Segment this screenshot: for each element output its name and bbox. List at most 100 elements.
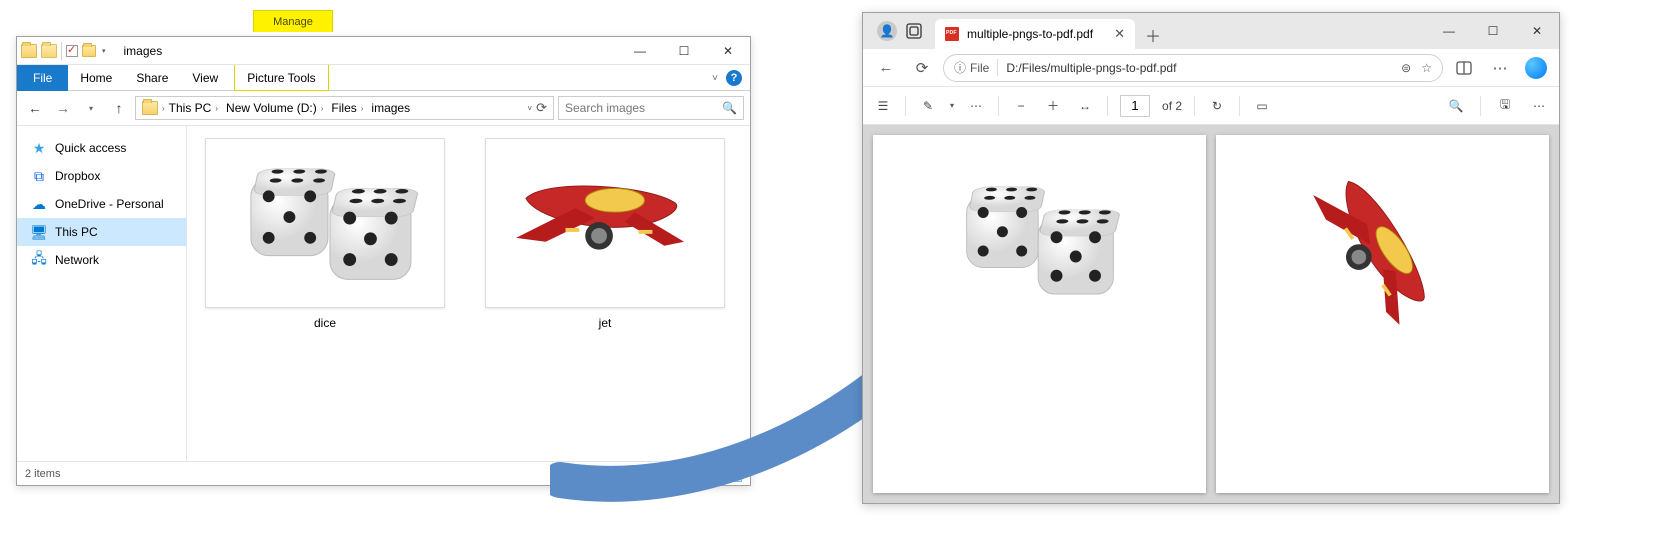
window-title: images [112, 37, 163, 64]
checkbox-icon[interactable] [66, 45, 78, 57]
copilot-button[interactable] [1521, 53, 1551, 83]
pdf-toolbar: ☰ ✎ ▾ ⋯ − ＋ ↔ of 2 ↻ ▭ 🔍 🖫 ⋯ [863, 87, 1559, 125]
jet-image [486, 139, 724, 307]
sidebar-item-label: This PC [55, 225, 98, 239]
window-controls: — ☐ ✕ [618, 37, 750, 64]
page-number-input[interactable] [1120, 95, 1150, 117]
edge-browser-window: 👤 multiple-pngs-to-pdf.pdf ✕ ＋ — ☐ ✕ ← ⟳… [862, 12, 1560, 504]
recent-locations-button[interactable]: ▾ [79, 96, 103, 120]
chevron-down-icon[interactable]: ▾ [100, 47, 108, 55]
file-list[interactable]: dice [187, 126, 750, 461]
find-icon[interactable]: 🔍 [1446, 96, 1466, 116]
minimize-button[interactable]: — [618, 37, 662, 64]
breadcrumb-segment[interactable]: New Volume (D:)› [222, 97, 327, 119]
thumbnails-view-button[interactable]: ▦ [718, 466, 742, 482]
more-tools-icon[interactable]: ⋯ [966, 96, 986, 116]
maximize-button[interactable]: ☐ [1471, 13, 1515, 49]
save-icon[interactable]: 🖫 [1495, 96, 1515, 116]
folder-icon [82, 45, 96, 57]
address-bar[interactable]: ⓘ File D:/Files/multiple-pngs-to-pdf.pdf… [943, 54, 1443, 82]
split-screen-icon[interactable] [1449, 53, 1479, 83]
sidebar-item-this-pc[interactable]: 🖥 This PC [17, 218, 186, 246]
folder-icon [41, 44, 57, 58]
back-button[interactable]: ← [23, 96, 47, 120]
favorite-icon[interactable]: ☆ [1421, 61, 1432, 75]
search-icon: 🔍 [722, 101, 737, 115]
sidebar-item-onedrive[interactable]: ☁ OneDrive - Personal [17, 190, 186, 218]
dropbox-icon: ⧉ [31, 168, 47, 184]
status-text: 2 items [25, 468, 60, 480]
breadcrumb-label: New Volume (D:) [226, 101, 317, 115]
cloud-icon: ☁ [31, 196, 47, 212]
address-bar-row: ← ⟳ ⓘ File D:/Files/multiple-pngs-to-pdf… [863, 49, 1559, 87]
breadcrumb-segment[interactable]: images [367, 97, 414, 119]
view-toggle: ≣ ▦ [692, 466, 742, 482]
pdf-viewport[interactable] [863, 125, 1559, 503]
info-icon: ⓘ [954, 59, 966, 76]
search-input[interactable]: Search images 🔍 [558, 96, 744, 120]
sidebar-item-dropbox[interactable]: ⧉ Dropbox [17, 162, 186, 190]
url-text: D:/Files/multiple-pngs-to-pdf.pdf [1006, 61, 1176, 75]
page-total-label: of 2 [1162, 99, 1182, 113]
breadcrumb-label: images [371, 101, 410, 115]
details-view-button[interactable]: ≣ [692, 466, 716, 482]
sidebar-item-label: Quick access [55, 141, 126, 155]
page-view-icon[interactable]: ▭ [1252, 96, 1272, 116]
file-item[interactable]: dice [205, 138, 445, 330]
tab-home[interactable]: Home [68, 65, 124, 91]
breadcrumb[interactable]: › This PC› New Volume (D:)› Files› image… [135, 96, 554, 120]
chevron-down-icon[interactable]: ˅ [527, 104, 532, 113]
breadcrumb-segment[interactable]: Files› [327, 97, 367, 119]
help-icon[interactable]: ? [726, 70, 742, 86]
file-item[interactable]: jet [485, 138, 725, 330]
browser-tab[interactable]: multiple-pngs-to-pdf.pdf ✕ [935, 19, 1135, 49]
close-tab-icon[interactable]: ✕ [1114, 26, 1125, 42]
settings-menu-button[interactable]: ⋯ [1485, 53, 1515, 83]
fit-width-icon[interactable]: ↔ [1075, 96, 1095, 116]
zoom-out-button[interactable]: − [1011, 96, 1031, 116]
up-button[interactable]: ↑ [107, 96, 131, 120]
tab-picture-tools[interactable]: Picture Tools [234, 65, 328, 91]
chevron-down-icon[interactable]: ▾ [950, 101, 954, 110]
window-controls: — ☐ ✕ [1427, 13, 1559, 49]
tab-view[interactable]: View [180, 65, 230, 91]
network-icon: 🖧 [31, 252, 47, 268]
reader-icon[interactable]: ⊜ [1401, 61, 1411, 75]
refresh-icon[interactable]: ⟳ [536, 100, 547, 116]
sidebar-item-network[interactable]: 🖧 Network [17, 246, 186, 274]
toolbar-more-icon[interactable]: ⋯ [1529, 96, 1549, 116]
folder-icon [142, 101, 158, 115]
breadcrumb-segment[interactable]: This PC› [165, 97, 222, 119]
breadcrumb-label: This PC [169, 101, 212, 115]
thumbnail [205, 138, 445, 308]
forward-button[interactable]: → [51, 96, 75, 120]
sidebar-item-quick-access[interactable]: ★ Quick access [17, 134, 186, 162]
rotate-icon[interactable]: ↻ [1207, 96, 1227, 116]
tab-share[interactable]: Share [124, 65, 180, 91]
dice-image [930, 151, 1150, 351]
tab-file[interactable]: File [17, 65, 68, 91]
monitor-icon: 🖥 [31, 224, 47, 240]
quick-access-toolbar: ▾ [17, 37, 112, 64]
profile-icon[interactable]: 👤 [877, 21, 897, 41]
contents-icon[interactable]: ☰ [873, 96, 893, 116]
pdf-icon [945, 27, 959, 41]
draw-icon[interactable]: ✎ [918, 96, 938, 116]
maximize-button[interactable]: ☐ [662, 37, 706, 64]
new-tab-button[interactable]: ＋ [1139, 21, 1167, 49]
minimize-button[interactable]: — [1427, 13, 1471, 49]
sidebar-item-label: Dropbox [55, 169, 100, 183]
zoom-in-button[interactable]: ＋ [1043, 96, 1063, 116]
workspaces-icon[interactable] [905, 22, 923, 40]
close-button[interactable]: ✕ [706, 37, 750, 64]
back-button[interactable]: ← [871, 53, 901, 83]
refresh-button[interactable]: ⟳ [907, 53, 937, 83]
file-name: jet [599, 316, 612, 330]
pdf-page-1 [873, 135, 1206, 493]
dice-image [206, 139, 444, 307]
tab-strip: 👤 multiple-pngs-to-pdf.pdf ✕ ＋ — ☐ ✕ [863, 13, 1559, 49]
ribbon-contextual-manage[interactable]: Manage [253, 10, 333, 32]
collapse-ribbon-icon[interactable]: ˅ [712, 73, 718, 84]
close-button[interactable]: ✕ [1515, 13, 1559, 49]
star-icon: ★ [31, 140, 47, 156]
